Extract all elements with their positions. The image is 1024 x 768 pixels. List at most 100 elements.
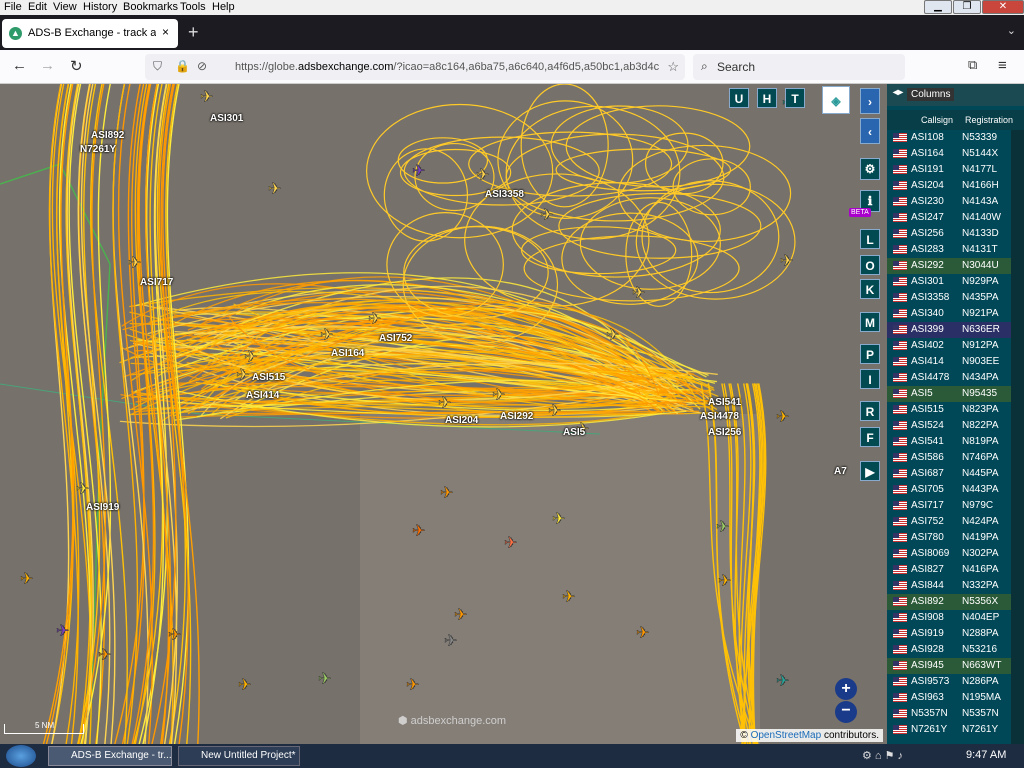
aircraft-icon[interactable]: ✈ [548, 403, 562, 421]
table-row[interactable]: ASI301 N929PA [887, 274, 1011, 290]
table-row[interactable]: ASI515 N823PA [887, 402, 1011, 418]
aircraft-icon[interactable]: ✈ [718, 573, 732, 591]
table-row[interactable]: ASI5 N95435 [887, 386, 1011, 402]
col-registration[interactable]: Registration [965, 115, 1013, 125]
table-row[interactable]: ASI586 N746PA [887, 450, 1011, 466]
aircraft-icon[interactable]: ✈ [368, 311, 382, 329]
permissions-icon[interactable]: ⊘ [197, 59, 207, 73]
table-row[interactable]: ASI191 N4177L [887, 162, 1011, 178]
map-btn-h[interactable]: H [757, 88, 777, 108]
table-row[interactable]: ASI844 N332PA [887, 578, 1011, 594]
aircraft-icon[interactable]: ✈ [776, 673, 790, 691]
aircraft-icon[interactable]: ✈ [320, 327, 334, 345]
aircraft-label[interactable]: ASI301 [210, 113, 243, 124]
aircraft-icon[interactable]: ✈ [128, 255, 142, 273]
map-btn-p[interactable]: P [860, 344, 880, 364]
aircraft-icon[interactable]: ✈ [20, 571, 34, 589]
lock-icon[interactable]: 🔒 [175, 59, 190, 73]
map-btn-f[interactable]: F [860, 427, 880, 447]
aircraft-icon[interactable]: ✈ [780, 253, 794, 271]
aircraft-label[interactable]: ASI3358 [485, 189, 524, 200]
aircraft-icon[interactable]: ✈ [406, 677, 420, 695]
table-row[interactable]: ASI892 N5356X [887, 594, 1011, 610]
taskbar-firefox-item[interactable]: ADS-B Exchange - tr... [48, 746, 172, 766]
table-row[interactable]: ASI928 N53216 [887, 642, 1011, 658]
map-btn-o[interactable]: O [860, 255, 880, 275]
aircraft-label[interactable]: ASI5 [563, 427, 585, 438]
table-row[interactable]: ASI399 N636ER [887, 322, 1011, 338]
table-row[interactable]: ASI908 N404EP [887, 610, 1011, 626]
table-row[interactable]: ASI204 N4166H [887, 178, 1011, 194]
aircraft-label[interactable]: ASI292 [500, 411, 533, 422]
hamburger-menu-icon[interactable]: ≡ [998, 57, 1007, 74]
table-row[interactable]: ASI3358 N435PA [887, 290, 1011, 306]
close-window-button[interactable]: ✕ [982, 0, 1024, 14]
table-row[interactable]: ASI283 N4131T [887, 242, 1011, 258]
menu-tools[interactable]: Tools [180, 1, 206, 13]
aircraft-icon[interactable]: ✈ [56, 623, 70, 641]
table-row[interactable]: ASI256 N4133D [887, 226, 1011, 242]
table-row[interactable]: ASI4478 N434PA [887, 370, 1011, 386]
aircraft-icon[interactable]: ✈ [776, 409, 790, 427]
tray-icons[interactable]: ⚙ ⌂ ⚑ ♪ [862, 749, 903, 762]
aircraft-label[interactable]: ASI204 [445, 415, 478, 426]
map-btn-i[interactable]: I [860, 369, 880, 389]
aircraft-icon[interactable]: ✈ [98, 647, 112, 665]
aircraft-icon[interactable]: ✈ [440, 485, 454, 503]
table-row[interactable]: ASI524 N822PA [887, 418, 1011, 434]
zoom-in-icon[interactable]: + [835, 678, 857, 700]
table-row[interactable]: N7261Y N7261Y [887, 722, 1011, 738]
table-row[interactable]: ASI414 N903EE [887, 354, 1011, 370]
aircraft-label[interactable]: N7261Y [80, 144, 116, 155]
aircraft-label[interactable]: ASI541 [708, 397, 741, 408]
table-row[interactable]: ASI919 N288PA [887, 626, 1011, 642]
aircraft-icon[interactable]: ✈ [200, 89, 214, 107]
aircraft-label[interactable]: ASI4478 [700, 411, 739, 422]
table-row[interactable]: ASI945 N663WT [887, 658, 1011, 674]
map-btn-t[interactable]: T [785, 88, 805, 108]
tab-adsb[interactable]: ▲ ADS-B Exchange - track aircraft × [2, 19, 178, 48]
menu-edit[interactable]: Edit [28, 1, 47, 13]
reload-icon[interactable]: ↻ [70, 57, 83, 75]
table-scrollbar[interactable] [1011, 130, 1024, 744]
table-row[interactable]: ASI108 N53339 [887, 130, 1011, 146]
table-row[interactable]: ASI164 N5144X [887, 146, 1011, 162]
aircraft-icon[interactable]: ✈ [492, 387, 506, 405]
osm-link[interactable]: OpenStreetMap [751, 730, 822, 741]
aircraft-label[interactable]: ASI414 [246, 390, 279, 401]
aircraft-icon[interactable]: ✈ [76, 481, 90, 499]
aircraft-icon[interactable]: ✈ [476, 167, 490, 185]
map-btn-k[interactable]: K [860, 279, 880, 299]
replay-icon[interactable]: ▶ [860, 461, 880, 481]
col-callsign[interactable]: Callsign [921, 115, 953, 125]
aircraft-icon[interactable]: ✈ [438, 395, 452, 413]
aircraft-label[interactable]: ASI919 [86, 502, 119, 513]
back-arrow-icon[interactable]: ← [12, 57, 27, 74]
table-row[interactable]: ASI402 N912PA [887, 338, 1011, 354]
aircraft-label[interactable]: ASI892 [91, 130, 124, 141]
aircraft-icon[interactable]: ✈ [454, 607, 468, 625]
table-row[interactable]: ASI780 N419PA [887, 530, 1011, 546]
aircraft-icon[interactable]: ✈ [444, 633, 458, 651]
bookmark-star-icon[interactable]: ☆ [667, 59, 679, 75]
aircraft-label[interactable]: ASI256 [708, 427, 741, 438]
table-row[interactable]: ASI230 N4143A [887, 194, 1011, 210]
aircraft-icon[interactable]: ✈ [540, 207, 554, 225]
table-row[interactable]: ASI963 N195MA [887, 690, 1011, 706]
menu-help[interactable]: Help [212, 1, 235, 13]
search-field[interactable]: ⌕ Search [693, 54, 905, 80]
restore-button[interactable]: ❐ [953, 0, 981, 14]
aircraft-icon[interactable]: ✈ [632, 285, 646, 303]
table-row[interactable]: ASI247 N4140W [887, 210, 1011, 226]
menu-file[interactable]: File [4, 1, 22, 13]
map-btn-u[interactable]: U [729, 88, 749, 108]
table-row[interactable]: ASI8069 N302PA [887, 546, 1011, 562]
zoom-out-icon[interactable]: − [835, 701, 857, 723]
aircraft-icon[interactable]: ✈ [562, 589, 576, 607]
tracking-shield-icon[interactable]: ⛉ [153, 59, 162, 74]
aircraft-icon[interactable]: ✈ [412, 163, 426, 181]
table-row[interactable]: ASI752 N424PA [887, 514, 1011, 530]
panel-collapse-icon[interactable]: ‹ [860, 118, 880, 144]
aircraft-icon[interactable]: ✈ [504, 535, 518, 553]
columns-button[interactable]: Columns [907, 88, 955, 101]
